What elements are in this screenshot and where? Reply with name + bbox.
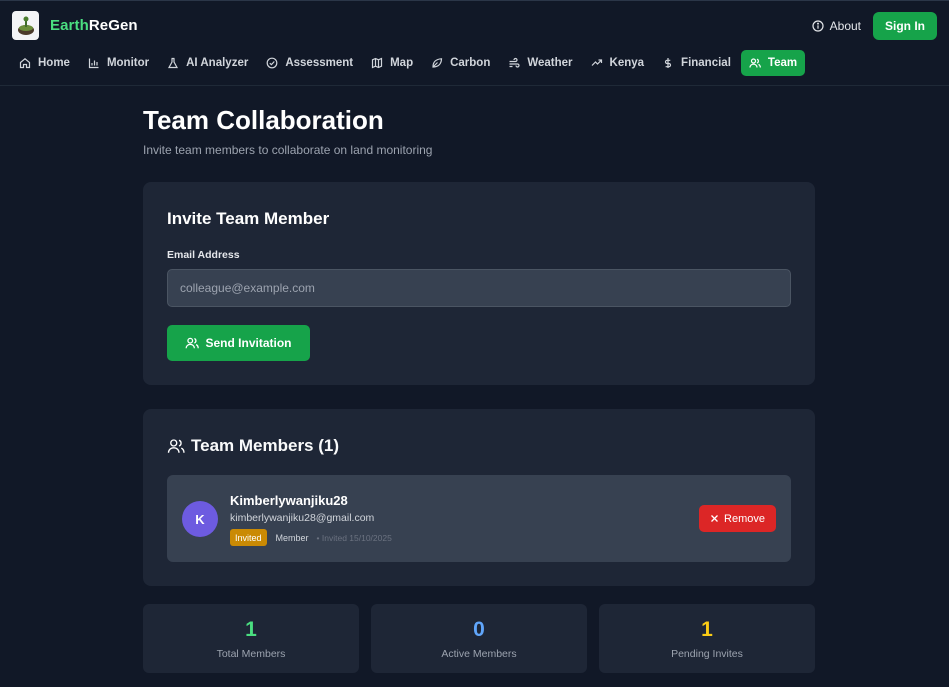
nav-label-monitor: Monitor [106, 57, 150, 69]
nav-label-home: Home [38, 57, 70, 69]
users-icon [186, 337, 200, 349]
stat-value: 1 [245, 618, 257, 641]
nav-item-monitor[interactable]: Monitor [80, 50, 157, 76]
wind-icon [509, 57, 520, 68]
flask-icon [168, 57, 179, 69]
nav-item-carbon[interactable]: Carbon [423, 50, 498, 76]
close-icon [711, 515, 718, 522]
email-field[interactable] [167, 269, 791, 307]
stat-pending-invites: 1 Pending Invites [599, 604, 815, 673]
list-item: K Kimberlywanjiku28 kimberlywanjiku28@gm… [167, 475, 791, 562]
map-icon [371, 57, 383, 69]
member-name: Kimberlywanjiku28 [230, 493, 348, 508]
nav-item-weather[interactable]: Weather [500, 50, 580, 76]
team-members-title-text: Team Members (1) [191, 436, 340, 455]
brand[interactable]: EarthReGen [12, 11, 138, 40]
main-nav: Home Monitor AI Analyzer Assessment Map … [11, 50, 807, 76]
stat-value: 1 [701, 618, 713, 641]
nav-item-home[interactable]: Home [11, 50, 78, 76]
status-badge: Invited [230, 529, 267, 546]
info-icon [812, 20, 824, 32]
invited-date: • Invited 15/10/2025 [316, 532, 392, 543]
nav-item-team[interactable]: Team [740, 50, 806, 76]
leaf-icon [432, 58, 443, 68]
logo-icon [12, 11, 39, 40]
top-bar: EarthReGen About Sign In Home Monitor AI… [0, 0, 949, 86]
nav-label-assessment: Assessment [285, 57, 354, 69]
nav-item-assessment[interactable]: Assessment [258, 50, 361, 76]
member-email: kimberlywanjiku28@gmail.com [230, 512, 375, 524]
team-members-card: Team Members (1) K Kimberlywanjiku28 kim… [143, 409, 815, 586]
brand-name: EarthReGen [50, 17, 138, 34]
brand-name-part2: ReGen [88, 17, 138, 34]
send-invitation-button[interactable]: Send Invitation [167, 325, 310, 361]
nav-item-kenya[interactable]: Kenya [583, 50, 653, 76]
remove-member-button[interactable]: Remove [699, 505, 776, 532]
nav-label-carbon: Carbon [450, 57, 491, 69]
check-circle-icon [266, 57, 278, 69]
nav-item-financial[interactable]: Financial [654, 50, 739, 76]
users-icon [749, 58, 761, 68]
page-subtitle: Invite team members to collaborate on la… [143, 143, 433, 157]
nav-label-ai-analyzer: AI Analyzer [186, 57, 249, 69]
invite-card-title: Invite Team Member [167, 209, 330, 228]
stat-label: Pending Invites [671, 648, 743, 660]
brand-name-part1: Earth [50, 17, 89, 34]
stat-total-members: 1 Total Members [143, 604, 359, 673]
invite-card: Invite Team Member Email Address Send In… [143, 182, 815, 385]
about-link[interactable]: About [812, 19, 861, 33]
send-invitation-label: Send Invitation [205, 336, 292, 350]
users-icon [167, 439, 185, 453]
nav-item-ai-analyzer[interactable]: AI Analyzer [159, 50, 256, 76]
team-members-title: Team Members (1) [167, 436, 339, 456]
home-icon [19, 58, 31, 69]
remove-label: Remove [724, 512, 765, 525]
nav-label-team: Team [767, 57, 798, 69]
page-title: Team Collaboration [143, 105, 384, 135]
role-label: Member [275, 532, 309, 543]
stats-row: 1 Total Members 0 Active Members 1 Pendi… [143, 604, 815, 673]
avatar: K [182, 501, 218, 537]
nav-item-map[interactable]: Map [363, 50, 421, 76]
bar-chart-icon [88, 58, 99, 69]
nav-label-weather: Weather [527, 57, 573, 69]
stat-label: Total Members [216, 648, 286, 660]
member-badges: Invited Member • Invited 15/10/2025 [230, 529, 392, 546]
stat-label: Active Members [441, 648, 517, 660]
sign-in-button[interactable]: Sign In [873, 12, 937, 40]
nav-label-financial: Financial [681, 57, 731, 69]
stat-value: 0 [473, 618, 485, 641]
dollar-icon [665, 58, 672, 68]
header-actions: About Sign In [812, 12, 937, 40]
nav-label-kenya: Kenya [609, 57, 645, 69]
about-label: About [829, 19, 861, 33]
stat-active-members: 0 Active Members [371, 604, 587, 673]
nav-label-map: Map [390, 57, 414, 69]
email-label: Email Address [167, 249, 240, 261]
trending-up-icon [591, 59, 602, 66]
